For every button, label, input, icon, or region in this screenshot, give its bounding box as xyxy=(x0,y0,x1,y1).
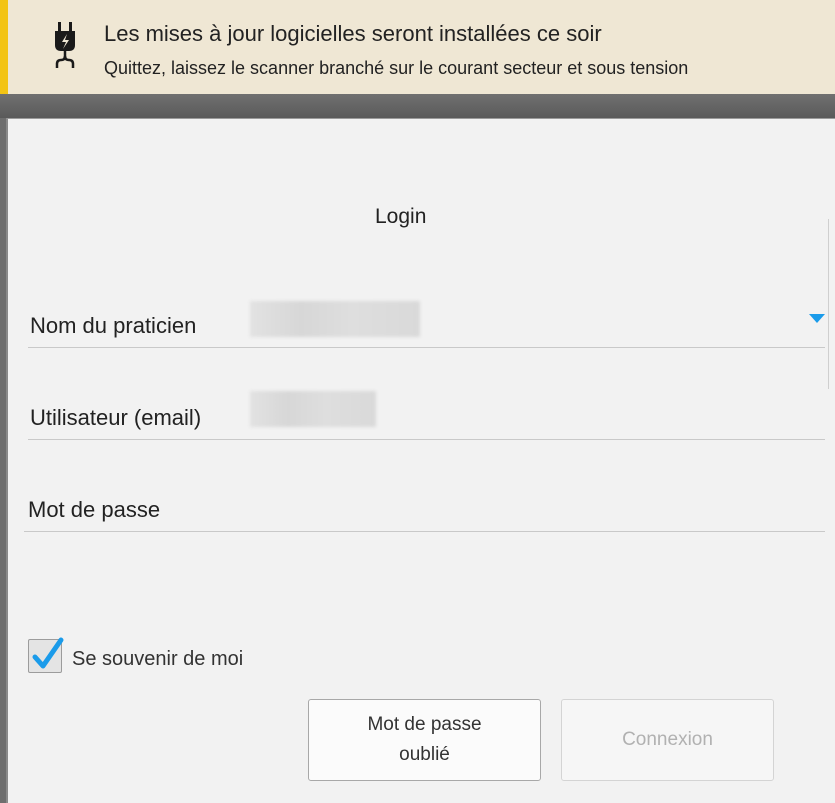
dialog-title: Login xyxy=(375,205,427,228)
password-field[interactable]: Mot de passe xyxy=(24,479,825,532)
user-email-field[interactable]: Utilisateur (email) xyxy=(28,387,825,440)
practitioner-label: Nom du praticien xyxy=(30,313,197,338)
chevron-down-icon[interactable] xyxy=(809,314,825,323)
login-button[interactable]: Connexion xyxy=(561,699,774,781)
forgot-password-label: Mot de passe oublié xyxy=(367,714,482,765)
user-email-value-obscured xyxy=(250,391,376,427)
remember-me-label: Se souvenir de moi xyxy=(72,648,244,670)
overlay-strip xyxy=(0,94,835,118)
user-email-label: Utilisateur (email) xyxy=(30,405,202,430)
power-plug-icon xyxy=(55,22,75,68)
practitioner-field[interactable]: Nom du praticien xyxy=(28,295,825,348)
banner-title: Les mises à jour logicielles seront inst… xyxy=(104,21,602,46)
login-label: Connexion xyxy=(622,729,713,750)
forgot-password-button[interactable]: Mot de passe oublié xyxy=(308,699,541,781)
checkmark-icon xyxy=(32,637,64,669)
password-label: Mot de passe xyxy=(28,497,161,522)
dialog-divider xyxy=(828,219,829,389)
remember-me-checkbox[interactable] xyxy=(28,637,64,673)
practitioner-value-obscured xyxy=(250,301,420,337)
notification-banner: Les mises à jour logicielles seront inst… xyxy=(0,0,835,94)
banner-subtitle: Quittez, laissez le scanner branché sur … xyxy=(104,58,689,78)
login-dialog: Login Nom du praticien Utilisateur (emai… xyxy=(6,118,835,803)
